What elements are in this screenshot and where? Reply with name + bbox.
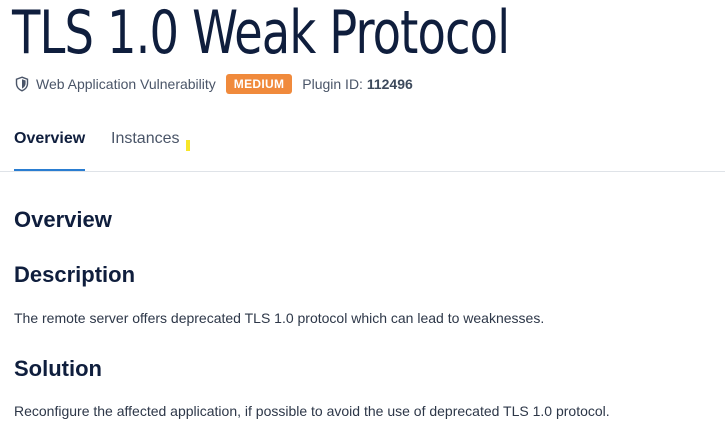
text-cursor xyxy=(186,140,190,151)
solution-text: Reconfigure the affected application, if… xyxy=(14,403,610,419)
description-heading: Description xyxy=(14,262,136,287)
vulnerability-meta: Web Application Vulnerability MEDIUM Plu… xyxy=(14,72,413,96)
shield-icon xyxy=(14,76,30,92)
plugin-id-label: Plugin ID: xyxy=(302,76,363,92)
severity-badge: MEDIUM xyxy=(225,74,293,94)
category-label: Web Application Vulnerability xyxy=(36,76,216,92)
plugin-id-value: 112496 xyxy=(366,76,413,92)
page-title: TLS 1.0 Weak Protocol xyxy=(12,0,510,68)
tab-instances[interactable]: Instances xyxy=(111,120,179,169)
plugin-id: Plugin ID: 112496 xyxy=(302,76,413,92)
description-text: The remote server offers deprecated TLS … xyxy=(14,310,545,326)
tab-bar: Overview Instances xyxy=(0,120,725,172)
tab-overview[interactable]: Overview xyxy=(14,120,86,171)
overview-heading: Overview xyxy=(14,207,112,232)
solution-heading: Solution xyxy=(14,356,102,381)
